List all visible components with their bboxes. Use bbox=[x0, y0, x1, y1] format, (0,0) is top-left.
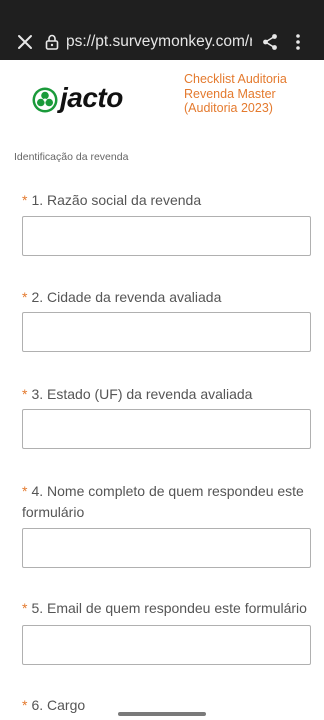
question-label: * 5. Email de quem respondeu este formulá… bbox=[22, 598, 312, 619]
question-4: * 4. Nome completo de quem respondeu este… bbox=[22, 481, 312, 568]
email-input[interactable] bbox=[22, 625, 311, 665]
nome-completo-input[interactable] bbox=[22, 528, 311, 568]
cidade-input[interactable] bbox=[22, 312, 311, 352]
gesture-nav-handle[interactable] bbox=[118, 712, 206, 716]
url-bar[interactable]: ps://pt.surveymonkey.com/r bbox=[66, 32, 252, 52]
required-mark: * bbox=[22, 483, 28, 499]
question-1: * 1. Razão social da revenda bbox=[22, 190, 312, 256]
question-5: * 5. Email de quem respondeu este formulá… bbox=[22, 598, 312, 665]
browser-toolbar: ps://pt.surveymonkey.com/r bbox=[0, 0, 324, 60]
logo-text: jacto bbox=[60, 82, 123, 113]
close-icon[interactable] bbox=[16, 33, 34, 51]
section-title: Identificação da revenda bbox=[14, 151, 129, 163]
survey-title: Checklist Auditoria Revenda Master (Audi… bbox=[184, 72, 287, 115]
question-text: 6. Cargo bbox=[31, 697, 86, 713]
question-text: 4. Nome completo de quem respondeu este … bbox=[22, 483, 304, 520]
lock-icon bbox=[45, 34, 59, 50]
question-label: * 4. Nome completo de quem respondeu este… bbox=[22, 481, 312, 523]
question-text: 1. Razão social da revenda bbox=[31, 192, 202, 208]
razao-social-input[interactable] bbox=[22, 216, 311, 256]
question-2: * 2. Cidade da revenda avaliada bbox=[22, 287, 312, 352]
required-mark: * bbox=[22, 600, 28, 616]
required-mark: * bbox=[22, 192, 28, 208]
question-text: 5. Email de quem respondeu este formulár… bbox=[31, 600, 307, 616]
required-mark: * bbox=[22, 697, 28, 713]
question-label: * 3. Estado (UF) da revenda avaliada bbox=[22, 384, 312, 405]
jacto-logo: jacto bbox=[32, 82, 156, 116]
clover-logo-icon bbox=[32, 87, 58, 113]
share-icon[interactable] bbox=[262, 33, 278, 51]
question-label: * 2. Cidade da revenda avaliada bbox=[22, 287, 312, 308]
required-mark: * bbox=[22, 289, 28, 305]
question-label: * 1. Razão social da revenda bbox=[22, 190, 312, 211]
required-mark: * bbox=[22, 386, 28, 402]
question-3: * 3. Estado (UF) da revenda avaliada bbox=[22, 384, 312, 449]
more-vert-icon[interactable] bbox=[292, 33, 304, 51]
question-text: 3. Estado (UF) da revenda avaliada bbox=[31, 386, 253, 402]
question-text: 2. Cidade da revenda avaliada bbox=[31, 289, 222, 305]
estado-input[interactable] bbox=[22, 409, 311, 449]
